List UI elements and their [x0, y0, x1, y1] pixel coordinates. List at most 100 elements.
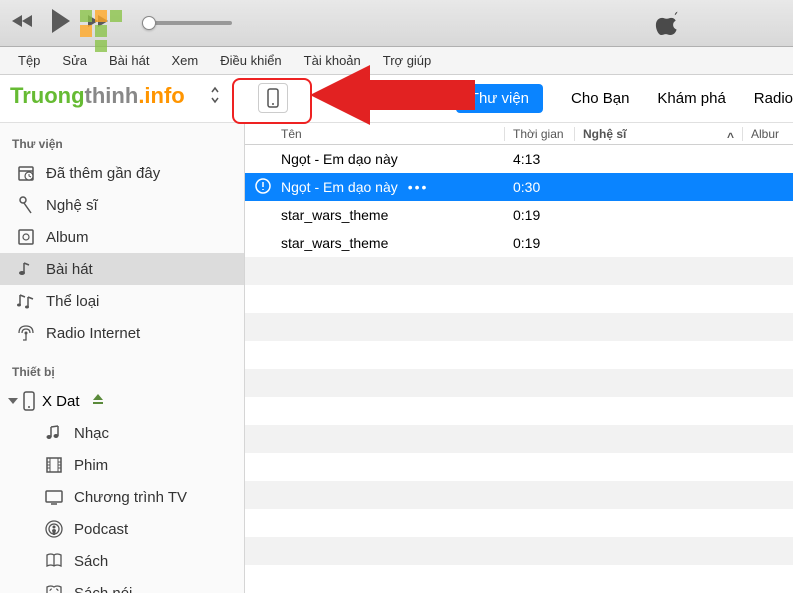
menu-help[interactable]: Trợ giúp: [373, 50, 442, 71]
main: Tên Thời gian Nghệ sĩ^ Albur Ngọt - Em d…: [245, 123, 793, 593]
podcast-icon: [44, 519, 64, 539]
sidebar-item-label: Chương trình TV: [74, 489, 187, 506]
table-body: Ngọt - Em dạo này 4:13 Ngọt - Em dạo này…: [245, 145, 793, 593]
song-time: 0:30: [505, 179, 575, 195]
device-item-movies[interactable]: Phim: [0, 449, 244, 481]
volume-slider[interactable]: [142, 21, 232, 25]
table-row-empty: [245, 453, 793, 481]
menu-view[interactable]: Xem: [162, 50, 209, 71]
genre-icon: [16, 291, 36, 311]
album-icon: [16, 227, 36, 247]
phone-icon: [22, 391, 36, 411]
table-row-empty: [245, 397, 793, 425]
song-time: 4:13: [505, 151, 575, 167]
table-row-empty: [245, 341, 793, 369]
song-time: 0:19: [505, 207, 575, 223]
table-row[interactable]: star_wars_theme 0:19: [245, 201, 793, 229]
song-name: star_wars_theme: [281, 207, 388, 223]
song-time: 0:19: [505, 235, 575, 251]
media-selector-caret-icon[interactable]: [210, 85, 220, 110]
sidebar-item-label: Nghệ sĩ: [46, 197, 98, 214]
column-time[interactable]: Thời gian: [505, 127, 575, 141]
sidebar-item-label: Đã thêm gần đây: [46, 165, 160, 182]
toolbar: Truongthinh.info Thư viện Cho Bạn Khám p…: [0, 75, 793, 123]
device-item-audiobooks[interactable]: Sách nói: [0, 577, 244, 593]
mic-icon: [16, 195, 36, 215]
device-item-music[interactable]: Nhạc: [0, 417, 244, 449]
sidebar-item-label: Bài hát: [46, 261, 93, 278]
table-row-empty: [245, 369, 793, 397]
column-artist[interactable]: Nghệ sĩ^: [575, 127, 743, 141]
menu-song[interactable]: Bài hát: [99, 50, 159, 71]
radio-icon: [16, 323, 36, 343]
tv-icon: [44, 487, 64, 507]
clock-icon: [16, 163, 36, 183]
nav-tabs: Thư viện Cho Bạn Khám phá Radio: [456, 84, 793, 113]
sidebar-item-label: Podcast: [74, 521, 128, 538]
device-item-books[interactable]: Sách: [0, 545, 244, 577]
phone-icon: [266, 88, 280, 108]
song-name: star_wars_theme: [281, 235, 388, 251]
titlebar: [0, 0, 793, 47]
volume-thumb[interactable]: [142, 16, 156, 30]
sidebar-item-albums[interactable]: Album: [0, 221, 244, 253]
song-name: Ngọt - Em dạo này: [281, 179, 398, 195]
music-icon: [44, 423, 64, 443]
sidebar-item-label: Album: [46, 229, 89, 246]
sidebar-item-genres[interactable]: Thể loại: [0, 285, 244, 317]
sort-ascending-icon: ^: [727, 130, 734, 144]
apple-logo-icon: [655, 8, 685, 43]
eject-icon[interactable]: [90, 391, 106, 411]
tab-radio[interactable]: Radio: [754, 90, 793, 107]
table-row-empty: [245, 565, 793, 593]
table-row-empty: [245, 285, 793, 313]
table-row-empty: [245, 509, 793, 537]
book-icon: [44, 551, 64, 571]
sidebar-item-radio[interactable]: Radio Internet: [0, 317, 244, 349]
table-row[interactable]: Ngọt - Em dạo này 4:13: [245, 145, 793, 173]
disclosure-triangle-icon[interactable]: [8, 398, 18, 404]
sidebar-item-songs[interactable]: Bài hát: [0, 253, 244, 285]
table-row[interactable]: star_wars_theme 0:19: [245, 229, 793, 257]
device-item-podcast[interactable]: Podcast: [0, 513, 244, 545]
menu-controls[interactable]: Điều khiển: [210, 50, 291, 71]
film-icon: [44, 455, 64, 475]
table-row-empty: [245, 257, 793, 285]
menu-account[interactable]: Tài khoản: [294, 50, 371, 71]
menu-file[interactable]: Tệp: [8, 50, 50, 71]
column-name[interactable]: Tên: [245, 127, 505, 141]
table-row-empty: [245, 425, 793, 453]
device-button[interactable]: [258, 83, 288, 113]
sidebar-heading-library: Thư viện: [0, 131, 244, 157]
device-row[interactable]: X Dat: [0, 385, 244, 417]
table-row-empty: [245, 481, 793, 509]
sidebar-item-label: Sách: [74, 553, 108, 570]
sidebar-item-label: Radio Internet: [46, 325, 140, 342]
sidebar-heading-devices: Thiết bị: [0, 359, 244, 385]
audiobook-icon: [44, 583, 64, 593]
next-button[interactable]: [86, 13, 110, 34]
sidebar-item-label: Nhạc: [74, 425, 109, 442]
table-row-empty: [245, 313, 793, 341]
device-name: X Dat: [42, 393, 80, 410]
sidebar-item-label: Phim: [74, 457, 108, 474]
sidebar-item-label: Sách nói: [74, 585, 132, 593]
sidebar-item-recently-added[interactable]: Đã thêm gần đây: [0, 157, 244, 189]
playback-controls: [10, 7, 232, 40]
alert-icon: [255, 178, 271, 197]
tab-for-you[interactable]: Cho Bạn: [571, 90, 629, 107]
play-button[interactable]: [46, 7, 74, 40]
watermark-text: Truongthinh.info: [10, 83, 185, 109]
sidebar-item-artists[interactable]: Nghệ sĩ: [0, 189, 244, 221]
sidebar: Thư viện Đã thêm gần đây Nghệ sĩ Album B…: [0, 123, 245, 593]
table-row-empty: [245, 537, 793, 565]
menu-edit[interactable]: Sửa: [52, 50, 97, 71]
tab-library[interactable]: Thư viện: [456, 84, 543, 113]
previous-button[interactable]: [10, 13, 34, 34]
table-row[interactable]: Ngọt - Em dạo này ••• 0:30: [245, 173, 793, 201]
tab-browse[interactable]: Khám phá: [657, 90, 725, 107]
more-icon[interactable]: •••: [408, 179, 429, 195]
device-item-tv[interactable]: Chương trình TV: [0, 481, 244, 513]
menubar: Tệp Sửa Bài hát Xem Điều khiển Tài khoản…: [0, 47, 793, 75]
column-album[interactable]: Albur: [743, 127, 793, 141]
